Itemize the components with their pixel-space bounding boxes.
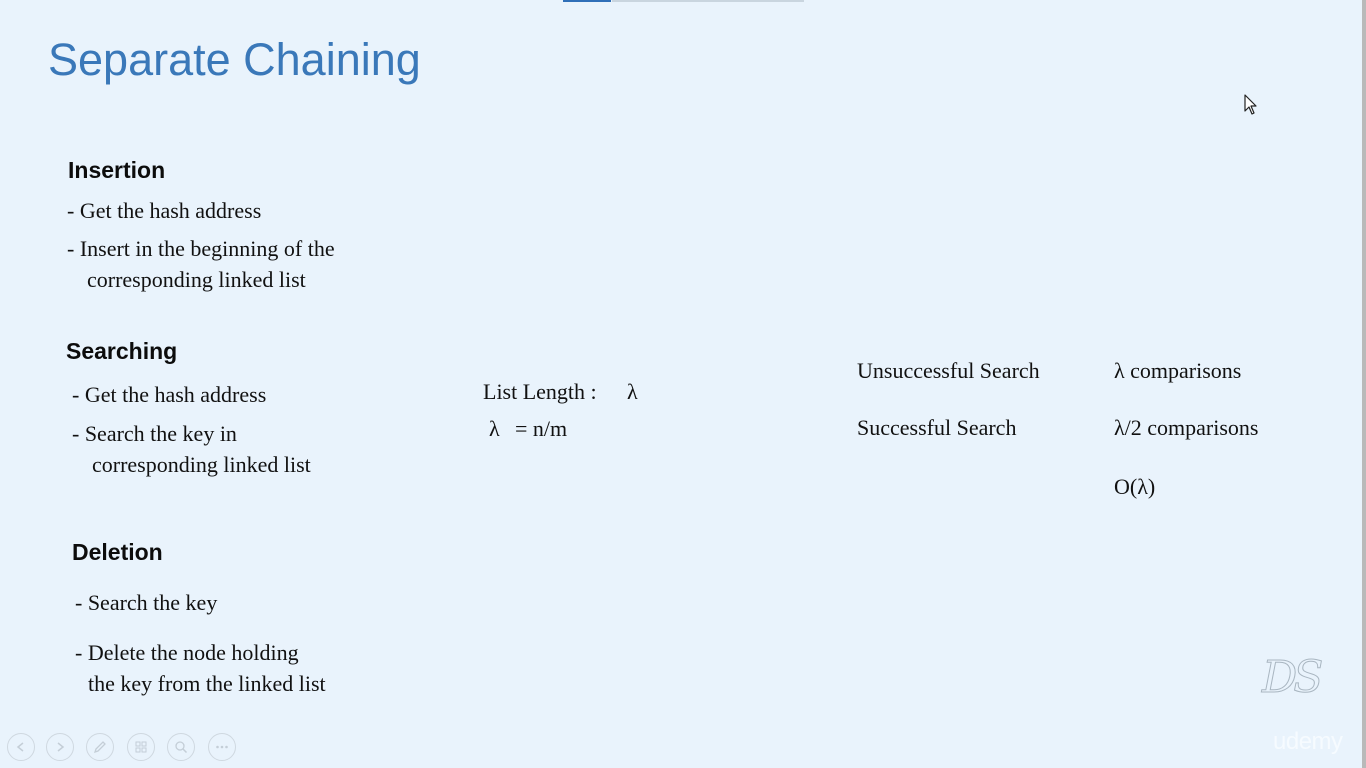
list-length-label: List Length : — [483, 379, 597, 404]
searching-heading: Searching — [66, 338, 178, 364]
udemy-watermark: udemy — [1273, 728, 1343, 755]
progress-accent — [563, 0, 611, 2]
deletion-line: the key from the linked list — [88, 671, 326, 696]
successful-search-label: Successful Search — [857, 415, 1017, 440]
slides-icon[interactable] — [127, 733, 155, 761]
deletion-line: - Delete the node holding — [75, 640, 299, 665]
formula-expression: = n/m — [515, 416, 568, 441]
insertion-line: corresponding linked list — [87, 267, 306, 292]
next-icon[interactable] — [46, 733, 74, 761]
scrollbar[interactable] — [1362, 0, 1366, 768]
slide: Separate Chaining Insertion - Get the ha… — [0, 0, 1366, 768]
searching-line: - Search the key in — [72, 421, 237, 446]
formula-symbol: λ — [489, 416, 500, 441]
unsuccessful-search-label: Unsuccessful Search — [857, 358, 1040, 383]
insertion-line: - Insert in the beginning of the — [67, 236, 335, 261]
deletion-heading: Deletion — [72, 539, 163, 565]
successful-search-value: λ/2 comparisons — [1114, 415, 1259, 440]
big-o-notation: O(λ) — [1114, 474, 1156, 499]
more-icon[interactable] — [208, 733, 236, 761]
unsuccessful-search-value: λ comparisons — [1114, 358, 1242, 383]
searching-line: - Get the hash address — [72, 382, 267, 407]
insertion-heading: Insertion — [68, 157, 166, 183]
mouse-pointer-icon — [1244, 94, 1258, 121]
deletion-line: - Search the key — [75, 590, 218, 615]
slide-title: Separate Chaining — [48, 34, 421, 85]
zoom-icon[interactable] — [167, 733, 195, 761]
pen-icon[interactable] — [86, 733, 114, 761]
ds-logo: DS — [1261, 652, 1323, 704]
searching-line: corresponding linked list — [92, 452, 311, 477]
list-length-symbol: λ — [627, 379, 638, 404]
insertion-line: - Get the hash address — [67, 198, 262, 223]
progress-track — [612, 0, 804, 2]
previous-icon[interactable] — [7, 733, 35, 761]
